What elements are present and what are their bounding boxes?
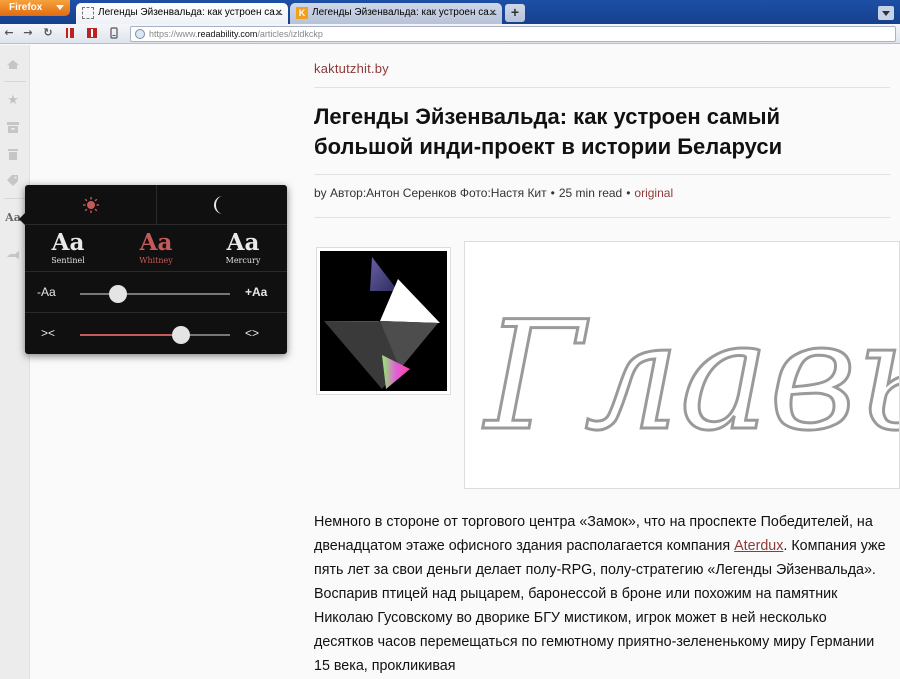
font-size-control: -Aa +Aa bbox=[25, 273, 287, 313]
theme-selector bbox=[25, 185, 287, 225]
tab-title: Легенды Эйзенвальда: как устроен са... bbox=[98, 7, 284, 18]
dark-theme-button[interactable] bbox=[156, 185, 287, 225]
forward-arrow-icon[interactable]: → bbox=[22, 27, 34, 39]
trash-icon[interactable] bbox=[6, 147, 20, 161]
navigation-bar: ← → ↻ https://www.readability.com/articl… bbox=[0, 24, 900, 44]
wide-column-button[interactable]: <> bbox=[245, 326, 259, 340]
article-image-logo bbox=[316, 247, 451, 395]
source-domain-link[interactable]: kaktutzhit.by bbox=[314, 61, 389, 76]
readability-read-later-icon[interactable] bbox=[86, 27, 98, 39]
original-link[interactable]: original bbox=[634, 186, 673, 200]
reading-settings-popup: Aa Sentinel Aa Whitney Aa Mercury -Aa +A… bbox=[19, 185, 287, 354]
divider bbox=[314, 174, 890, 175]
blank-page-icon bbox=[82, 7, 94, 19]
article-byline: by Автор:Антон Серенков Фото:Настя Кит • 2… bbox=[314, 186, 673, 200]
url-domain: readability.com bbox=[197, 29, 258, 39]
divider bbox=[314, 217, 890, 218]
font-size-slider[interactable] bbox=[80, 285, 230, 303]
article-paragraph: Немного в стороне от торгового центра «З… bbox=[314, 510, 890, 678]
column-width-slider-handle[interactable] bbox=[171, 326, 190, 344]
column-width-control: >< <> bbox=[25, 314, 287, 354]
separator-dot: • bbox=[626, 186, 631, 200]
new-tab-button[interactable]: + bbox=[505, 4, 525, 22]
tab-bar: Firefox Легенды Эйзенвальда: как устроен… bbox=[0, 0, 900, 24]
font-option-whitney[interactable]: Aa Whitney bbox=[121, 230, 191, 266]
chapters-calligraphy-image: Главы bbox=[481, 289, 900, 466]
divider bbox=[314, 87, 890, 88]
list-all-tabs-button[interactable] bbox=[878, 6, 894, 20]
readability-bookmark-icon[interactable] bbox=[64, 27, 76, 39]
article-title: Легенды Эйзенвальда: как устроен самый б… bbox=[314, 104, 783, 159]
author-credits: by Автор:Антон Серенков Фото:Настя Кит bbox=[314, 186, 547, 200]
star-icon[interactable]: ★ bbox=[6, 94, 20, 108]
back-arrow-icon[interactable]: ← bbox=[3, 27, 15, 39]
aterdux-logo bbox=[320, 251, 447, 391]
url-prefix: https://www. bbox=[149, 29, 198, 39]
article-image-chapters-lettering: Главы bbox=[464, 241, 900, 489]
close-tab-icon[interactable]: × bbox=[276, 7, 282, 19]
font-name: Sentinel bbox=[51, 256, 85, 265]
column-width-slider-fill bbox=[80, 334, 181, 336]
font-name: Mercury bbox=[225, 256, 261, 265]
font-name: Whitney bbox=[139, 256, 173, 265]
read-time: 25 min read bbox=[558, 186, 623, 200]
tag-icon[interactable] bbox=[6, 173, 20, 187]
url-path: /articles/izldkckp bbox=[257, 29, 323, 39]
firefox-menu-button[interactable]: Firefox bbox=[0, 0, 70, 16]
light-theme-button[interactable] bbox=[25, 185, 156, 225]
site-identity-icon[interactable] bbox=[135, 29, 145, 39]
close-tab-icon[interactable]: × bbox=[490, 7, 496, 19]
svg-text:Главы: Главы bbox=[482, 290, 900, 464]
font-option-mercury[interactable]: Aa Mercury bbox=[208, 230, 278, 266]
column-width-slider[interactable] bbox=[80, 326, 230, 344]
readability-sidebar: ★ Aa bbox=[0, 45, 30, 679]
home-icon[interactable] bbox=[6, 57, 20, 71]
kaktutzhit-favicon-icon: K bbox=[296, 7, 308, 19]
share-icon[interactable] bbox=[6, 248, 20, 262]
tab-article-source[interactable]: K Легенды Эйзенвальда: как устроен са...… bbox=[290, 3, 502, 24]
paragraph-text: . Компания уже пять лет за свои деньги д… bbox=[314, 538, 886, 674]
reload-icon[interactable]: ↻ bbox=[42, 27, 54, 39]
sidebar-divider bbox=[4, 81, 26, 82]
sun-icon bbox=[83, 197, 99, 213]
font-sample: Aa bbox=[139, 229, 173, 256]
font-size-slider-handle[interactable] bbox=[108, 285, 127, 303]
tab-article-readability[interactable]: Легенды Эйзенвальда: как устроен са... × bbox=[76, 3, 288, 24]
font-selector: Aa Sentinel Aa Whitney Aa Mercury bbox=[25, 226, 287, 272]
sidebar-divider bbox=[4, 198, 26, 199]
increase-font-size-button[interactable]: +Aa bbox=[245, 285, 267, 299]
font-sample: Aa bbox=[226, 229, 260, 256]
chevron-down-icon bbox=[56, 5, 64, 10]
narrow-column-button[interactable]: >< bbox=[41, 326, 55, 340]
font-sample: Aa bbox=[51, 229, 85, 256]
font-option-sentinel[interactable]: Aa Sentinel bbox=[33, 230, 103, 266]
phone-page-icon[interactable] bbox=[108, 27, 120, 39]
url-bar[interactable]: https://www.readability.com/articles/izl… bbox=[130, 26, 896, 42]
moon-icon bbox=[214, 196, 223, 214]
archive-icon[interactable] bbox=[6, 120, 20, 134]
separator-dot: • bbox=[550, 186, 555, 200]
aterdux-link[interactable]: Aterdux bbox=[734, 538, 783, 554]
firefox-menu-label: Firefox bbox=[9, 2, 43, 13]
tab-title: Легенды Эйзенвальда: как устроен са... bbox=[312, 7, 498, 18]
decrease-font-size-button[interactable]: -Aa bbox=[37, 285, 56, 299]
